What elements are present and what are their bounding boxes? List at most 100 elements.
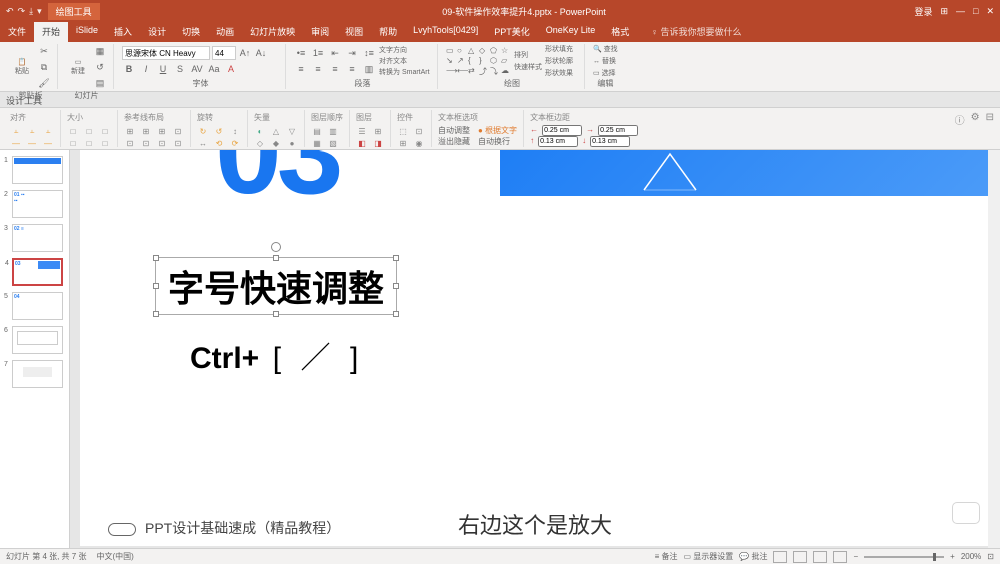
auto-adjust-button[interactable]: 自动调整 (438, 125, 470, 136)
overflow-button[interactable]: 溢出隐藏 (438, 136, 470, 147)
thumbnail-5[interactable]: 504 (12, 292, 63, 320)
sorter-view-icon[interactable] (793, 551, 807, 563)
qat-more[interactable]: ▾ (37, 6, 42, 17)
rotate-handle[interactable] (271, 242, 281, 252)
justify-icon[interactable]: ≡ (345, 62, 359, 76)
slideshow-view-icon[interactable] (833, 551, 847, 563)
align-text-button[interactable]: 对齐文本 (379, 56, 430, 66)
tab-slideshow[interactable]: 幻灯片放映 (242, 22, 303, 42)
maximize-icon[interactable]: □ (973, 6, 978, 16)
indent-dec-icon[interactable]: ⇤ (328, 46, 342, 60)
grow-font-icon[interactable]: A↑ (238, 46, 252, 60)
new-slide-button[interactable]: ▭新建 (66, 52, 90, 82)
auto-wrap-button[interactable]: 自动换行 (478, 136, 510, 147)
paste-button[interactable]: 📋粘贴 (10, 52, 34, 82)
font-color-icon[interactable]: A (224, 62, 238, 76)
margin-right-input[interactable] (598, 125, 638, 136)
align-center-icon[interactable]: ≡ (311, 62, 325, 76)
thumbnail-6[interactable]: 6 (12, 326, 63, 354)
margin-top-input[interactable] (538, 136, 578, 147)
title-text-box[interactable]: 字号快速调整 (155, 257, 397, 315)
close-icon[interactable]: ✕ (986, 6, 994, 17)
tab-help[interactable]: 帮助 (371, 22, 405, 42)
numbering-icon[interactable]: 1≡ (311, 46, 325, 60)
shapes-gallery[interactable]: ▭○△◇⬠☆ ↘↗{}⬡▱ ⟶⟵⇄⤴⤵☁ (446, 46, 511, 77)
spacing-icon[interactable]: Aa (207, 62, 221, 76)
zoom-in-button[interactable]: + (950, 552, 955, 561)
align-right-icon[interactable]: ≡ (328, 62, 342, 76)
section-icon[interactable]: ▤ (93, 76, 107, 90)
line-spacing-icon[interactable]: ↕≡ (362, 46, 376, 60)
vertical-scrollbar[interactable] (988, 150, 1000, 548)
columns-icon[interactable]: ▥ (362, 62, 376, 76)
smartart-button[interactable]: 转换为 SmartArt (379, 67, 430, 77)
margin-bottom-input[interactable] (590, 136, 630, 147)
shape-effects-button[interactable]: 形状效果 (545, 68, 573, 78)
tab-format[interactable]: 格式 (603, 22, 637, 42)
zoom-level[interactable]: 200% (961, 552, 981, 561)
shadow-icon[interactable]: AV (190, 62, 204, 76)
font-size-input[interactable] (212, 46, 236, 60)
font-name-input[interactable] (122, 46, 210, 60)
bullets-icon[interactable]: •≡ (294, 46, 308, 60)
select-button[interactable]: ▭ 选择 (593, 68, 618, 78)
shape-fill-button[interactable]: 形状填充 (545, 44, 573, 54)
shape-outline-button[interactable]: 形状轮廓 (545, 56, 573, 66)
tab-lvyh[interactable]: LvyhTools[0429] (405, 22, 486, 42)
thumbnail-1[interactable]: 1 (12, 156, 63, 184)
align-left-icon[interactable]: ≡ (294, 62, 308, 76)
tab-view[interactable]: 视图 (337, 22, 371, 42)
settings-icon[interactable]: ⚙ (971, 112, 980, 127)
comments-button[interactable]: 💬 批注 (739, 551, 767, 562)
minimize-icon[interactable]: — (956, 6, 965, 16)
collapse-icon[interactable]: ⊟ (986, 112, 994, 127)
indent-inc-icon[interactable]: ⇥ (345, 46, 359, 60)
reset-icon[interactable]: ↺ (93, 60, 107, 74)
italic-icon[interactable]: I (139, 62, 153, 76)
user-signin[interactable]: 登录 (914, 5, 932, 18)
slide-title-text[interactable]: 字号快速调整 (168, 260, 384, 312)
shrink-font-icon[interactable]: A↓ (254, 46, 268, 60)
underline-icon[interactable]: U (156, 62, 170, 76)
margin-left-input[interactable] (542, 125, 582, 136)
layout-icon[interactable]: ▦ (93, 44, 107, 58)
qat-undo[interactable]: ↶ (6, 6, 14, 17)
notes-button[interactable]: ≡ 备注 (655, 551, 678, 562)
tab-transition[interactable]: 切换 (174, 22, 208, 42)
find-button[interactable]: 🔍 查找 (593, 44, 618, 54)
zoom-slider[interactable] (864, 556, 944, 558)
qat-redo[interactable]: ↷ (18, 6, 26, 17)
format-painter-icon[interactable]: 🖌 (37, 76, 51, 90)
fit-window-icon[interactable]: ⊡ (987, 552, 994, 561)
zoom-out-button[interactable]: − (853, 552, 858, 561)
align-icon[interactable]: ⫠ (10, 125, 22, 137)
normal-view-icon[interactable] (773, 551, 787, 563)
language-label[interactable]: 中文(中国) (96, 551, 133, 562)
thumbnail-7[interactable]: 7 (12, 360, 63, 388)
help-icon[interactable]: ⓘ (955, 112, 965, 127)
tab-design[interactable]: 设计 (140, 22, 174, 42)
tell-me-search[interactable]: 告诉我你想要做什么 (661, 27, 742, 37)
tab-insert[interactable]: 插入 (106, 22, 140, 42)
thumbnail-3[interactable]: 302 ≡ (12, 224, 63, 252)
thumbnail-2[interactable]: 201 ▪▪▪▪ (12, 190, 63, 218)
ribbon-options-icon[interactable]: ⊞ (940, 6, 948, 17)
quick-style-button[interactable]: 快速样式 (514, 62, 542, 72)
tab-onekey[interactable]: OneKey Lite (538, 22, 604, 42)
reading-view-icon[interactable] (813, 551, 827, 563)
display-settings-button[interactable]: ▭ 显示器设置 (684, 551, 734, 562)
slide-canvas[interactable]: 03 字号快速调整 Ctrl+ [ ／ ] PPT设计基础速成（精品教程） 右边… (70, 150, 1000, 548)
tab-islide[interactable]: iSlide (68, 22, 106, 42)
thumbnail-4[interactable]: 403 (12, 258, 63, 286)
tab-beautify[interactable]: PPT美化 (486, 22, 538, 42)
wrap-text-button[interactable]: 根据文字 (485, 126, 517, 135)
qat-save[interactable]: ⤓ (29, 6, 33, 17)
text-direction-button[interactable]: 文字方向 (379, 45, 430, 55)
tab-file[interactable]: 文件 (0, 22, 34, 42)
replace-button[interactable]: ↔ 替换 (593, 56, 618, 66)
copy-icon[interactable]: ⧉ (37, 60, 51, 74)
arrange-button[interactable]: 排列 (514, 50, 542, 60)
tab-animation[interactable]: 动画 (208, 22, 242, 42)
bold-icon[interactable]: B (122, 62, 136, 76)
tab-home[interactable]: 开始 (34, 22, 68, 42)
